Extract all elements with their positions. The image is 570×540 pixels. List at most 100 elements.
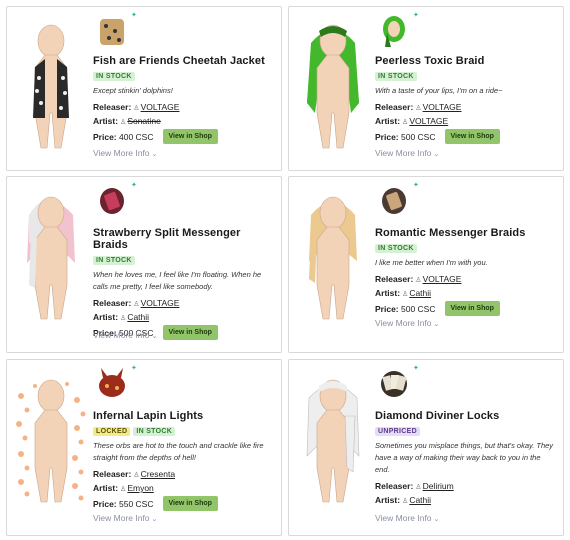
item-title[interactable]: Fish are Friends Cheetah Jacket: [93, 55, 275, 67]
releaser-row: Releaser: ♙Delirium: [375, 480, 557, 494]
artist-row: Artist: ♙VOLTAGE: [375, 115, 557, 129]
view-more-info-link[interactable]: View More Info ⌄: [375, 513, 439, 523]
releaser-link[interactable]: VOLTAGE: [423, 274, 462, 284]
view-more-info-link[interactable]: View More Info ⌄: [93, 148, 157, 158]
user-icon: ♙: [133, 105, 140, 112]
artist-link[interactable]: Sonatine: [127, 116, 161, 126]
price-value: 500 CSC: [401, 131, 436, 142]
releaser-link[interactable]: VOLTAGE: [141, 102, 180, 112]
item-description: These orbs are hot to the touch and crac…: [93, 441, 264, 462]
releaser-row: Releaser: ♙VOLTAGE: [375, 273, 557, 287]
sparkle-icon: ✦: [131, 12, 137, 19]
user-icon: ♙: [133, 472, 140, 479]
avatar-preview[interactable]: [297, 23, 369, 153]
releaser-link[interactable]: VOLTAGE: [423, 102, 462, 112]
price-row: Price: 400 CSC View in Shop: [93, 129, 275, 144]
chevron-down-icon: ⌄: [151, 516, 158, 523]
view-more-label: View More Info: [93, 148, 150, 158]
user-icon: ♙: [402, 291, 409, 298]
view-more-info-link[interactable]: View More Info ⌄: [93, 330, 157, 340]
item-description: Except stinkin' dolphins!: [93, 86, 173, 95]
item-info: Romantic Messenger Braids IN STOCK I lik…: [375, 227, 557, 316]
item-description: I like me better when I'm with you.: [375, 258, 488, 267]
view-more-info-link[interactable]: View More Info ⌄: [93, 513, 157, 523]
price-label: Price:: [375, 303, 399, 314]
artist-row: Artist: ♙Emyon: [93, 482, 275, 496]
view-more-label: View More Info: [375, 513, 432, 523]
releaser-link[interactable]: VOLTAGE: [141, 298, 180, 308]
chevron-down-icon: ⌄: [433, 321, 440, 328]
view-more-info-link[interactable]: View More Info ⌄: [375, 148, 439, 158]
item-info: Infernal Lapin Lights LOCKED IN STOCK Th…: [93, 410, 275, 511]
artist-link[interactable]: Cathii: [127, 312, 149, 322]
view-in-shop-button[interactable]: View in Shop: [444, 301, 500, 316]
in-stock-badge: IN STOCK: [93, 72, 135, 81]
lapin-lights-icon[interactable]: [95, 366, 129, 402]
sparkle-icon: ✦: [413, 365, 419, 372]
user-icon: ♙: [402, 498, 409, 505]
badge-group: IN STOCK: [93, 256, 275, 265]
item-card: ✦ Peerless Toxic Braid IN STOCK With a t…: [288, 6, 564, 171]
view-more-label: View More Info: [375, 148, 432, 158]
item-title[interactable]: Peerless Toxic Braid: [375, 55, 557, 67]
item-title[interactable]: Diamond Diviner Locks: [375, 410, 557, 422]
chevron-down-icon: ⌄: [433, 151, 440, 158]
in-stock-badge: IN STOCK: [93, 256, 135, 265]
view-more-info-link[interactable]: View More Info ⌄: [375, 318, 439, 328]
item-description: With a taste of your lips, I'm on a ride…: [375, 86, 503, 95]
chevron-down-icon: ⌄: [151, 151, 158, 158]
view-more-label: View More Info: [93, 513, 150, 523]
price-label: Price:: [375, 131, 399, 142]
view-in-shop-button[interactable]: View in Shop: [444, 129, 500, 144]
view-in-shop-button[interactable]: View in Shop: [162, 129, 218, 144]
user-icon: ♙: [402, 119, 409, 126]
item-title[interactable]: Romantic Messenger Braids: [375, 227, 557, 239]
price-value: 550 CSC: [119, 498, 154, 509]
cheetah-jacket-icon[interactable]: [95, 13, 129, 49]
artist-row: Artist: ♙Cathii: [375, 287, 557, 301]
user-icon: ♙: [120, 119, 127, 126]
item-card: ✦ Romantic Messenger Braids IN STOCK I l…: [288, 176, 564, 353]
avatar-preview[interactable]: [15, 376, 87, 506]
releaser-label: Releaser:: [93, 102, 132, 112]
user-icon: ♙: [415, 484, 422, 491]
releaser-link[interactable]: Cresenta: [141, 469, 176, 479]
badge-group: LOCKED IN STOCK: [93, 427, 275, 436]
romantic-braids-icon[interactable]: [377, 183, 411, 219]
user-icon: ♙: [120, 486, 127, 493]
diviner-locks-icon[interactable]: [377, 366, 411, 402]
item-title[interactable]: Infernal Lapin Lights: [93, 410, 275, 422]
sparkle-icon: ✦: [413, 182, 419, 189]
unpriced-badge: UNPRICED: [375, 427, 420, 436]
price-value: 400 CSC: [119, 131, 154, 142]
item-grid: ✦ Fish are Friends Cheetah Jacket IN STO…: [0, 0, 570, 540]
releaser-row: Releaser: ♙VOLTAGE: [93, 297, 275, 311]
releaser-label: Releaser:: [375, 481, 414, 491]
artist-link[interactable]: VOLTAGE: [409, 116, 448, 126]
artist-label: Artist:: [93, 483, 119, 493]
artist-link[interactable]: Cathii: [409, 495, 431, 505]
artist-label: Artist:: [93, 116, 119, 126]
artist-link[interactable]: Emyon: [127, 483, 153, 493]
item-info: Diamond Diviner Locks UNPRICED Sometimes…: [375, 410, 557, 508]
badge-group: IN STOCK: [93, 72, 275, 81]
releaser-link[interactable]: Delirium: [423, 481, 454, 491]
avatar-preview[interactable]: [15, 23, 87, 153]
artist-link[interactable]: Cathii: [409, 288, 431, 298]
releaser-label: Releaser:: [93, 469, 132, 479]
sparkle-icon: ✦: [131, 365, 137, 372]
messenger-braids-icon[interactable]: [95, 183, 129, 219]
in-stock-badge: IN STOCK: [375, 244, 417, 253]
view-in-shop-button[interactable]: View in Shop: [162, 325, 218, 340]
releaser-label: Releaser:: [375, 102, 414, 112]
sparkle-icon: ✦: [131, 182, 137, 189]
item-title[interactable]: Strawberry Split Messenger Braids: [93, 227, 275, 251]
avatar-preview[interactable]: [297, 376, 369, 506]
toxic-braid-icon[interactable]: [377, 13, 411, 49]
price-value: 500 CSC: [401, 303, 436, 314]
avatar-preview[interactable]: [15, 193, 87, 323]
avatar-preview[interactable]: [297, 193, 369, 323]
item-card: ✦ Strawberry Split Messenger Braids IN S…: [6, 176, 282, 353]
artist-label: Artist:: [375, 116, 401, 126]
view-in-shop-button[interactable]: View in Shop: [162, 496, 218, 511]
